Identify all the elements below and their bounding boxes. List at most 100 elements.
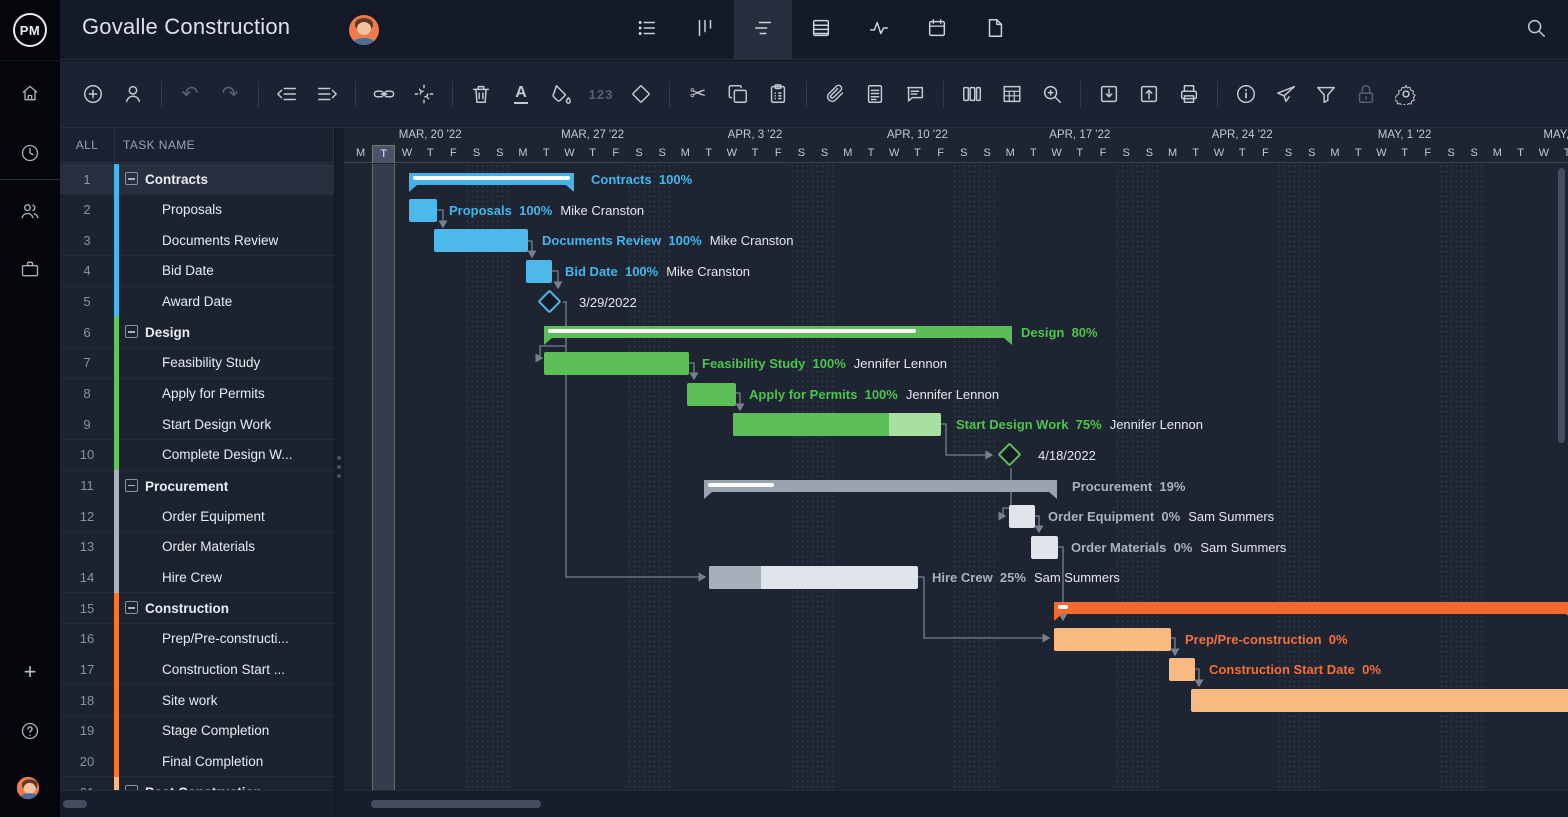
paste-button[interactable] <box>767 83 789 105</box>
tab-page-view[interactable] <box>966 0 1024 60</box>
gantt-summary-bar[interactable] <box>1054 602 1568 614</box>
zoom-button[interactable] <box>1041 83 1063 105</box>
share-button[interactable] <box>1275 83 1297 105</box>
gantt-task-bar[interactable] <box>434 229 528 252</box>
tab-activity-view[interactable] <box>850 0 908 60</box>
gantt-summary-bar[interactable] <box>544 326 1012 338</box>
collapse-icon[interactable] <box>125 479 138 492</box>
day-cell: M <box>999 145 1022 163</box>
timesheet-icon[interactable] <box>20 143 40 163</box>
gantt-summary-bar[interactable] <box>409 173 574 185</box>
task-row[interactable]: 17Construction Start ... <box>60 654 334 685</box>
task-panel-hscroll-thumb[interactable] <box>63 800 87 808</box>
app-logo[interactable]: PM <box>0 0 60 60</box>
gantt-task-bar[interactable] <box>409 199 437 222</box>
chart-hscroll-thumb[interactable] <box>371 800 541 808</box>
milestone-button[interactable] <box>630 83 652 105</box>
column-header-all[interactable]: ALL <box>60 138 114 152</box>
task-row[interactable]: 5Award Date <box>60 287 334 318</box>
assign-person-button[interactable] <box>122 83 144 105</box>
task-row[interactable]: 2Proposals <box>60 195 334 226</box>
gantt-task-bar[interactable] <box>544 352 689 375</box>
task-row[interactable]: 13Order Materials <box>60 532 334 563</box>
fill-color-button[interactable] <box>550 83 572 105</box>
team-icon[interactable] <box>20 201 40 221</box>
tab-board-view[interactable] <box>676 0 734 60</box>
task-row[interactable]: 8Apply for Permits <box>60 379 334 410</box>
lock-button[interactable] <box>1355 83 1377 105</box>
task-row[interactable]: 16Prep/Pre-constructi... <box>60 624 334 655</box>
help-icon[interactable] <box>20 721 40 741</box>
redo-button[interactable]: ↷ <box>219 83 241 105</box>
user-avatar[interactable] <box>17 777 39 799</box>
task-row[interactable]: 14Hire Crew <box>60 562 334 593</box>
collapse-icon[interactable] <box>125 601 138 614</box>
task-row[interactable]: 18Site work <box>60 685 334 716</box>
tab-sheet-view[interactable] <box>792 0 850 60</box>
gantt-task-bar[interactable] <box>709 566 918 589</box>
task-row-number: 1 <box>60 172 114 187</box>
task-row[interactable]: 9Start Design Work <box>60 409 334 440</box>
task-row[interactable]: 4Bid Date <box>60 256 334 287</box>
add-task-button[interactable] <box>82 83 104 105</box>
gantt-task-bar[interactable] <box>1169 658 1195 681</box>
info-button[interactable] <box>1235 83 1257 105</box>
projects-icon[interactable] <box>20 259 40 279</box>
comment-button[interactable] <box>904 83 926 105</box>
task-row[interactable]: 7Feasibility Study <box>60 348 334 379</box>
tab-calendar-view[interactable] <box>908 0 966 60</box>
gantt-milestone[interactable] <box>537 289 561 313</box>
copy-button[interactable] <box>727 83 749 105</box>
cut-button[interactable]: ✂ <box>687 83 709 105</box>
task-row[interactable]: 10Complete Design W... <box>60 440 334 471</box>
export-button[interactable] <box>1138 83 1160 105</box>
calendar-icon <box>926 17 948 44</box>
gantt-task-bar[interactable] <box>1054 628 1171 651</box>
gantt-task-bar[interactable] <box>733 413 941 436</box>
unlink-tasks-button[interactable] <box>413 83 435 105</box>
gantt-task-bar[interactable] <box>1031 536 1058 559</box>
grid-button[interactable] <box>1001 83 1023 105</box>
gantt-task-bar[interactable] <box>1009 505 1035 528</box>
chart-vscroll-thumb[interactable] <box>1558 168 1565 443</box>
gantt-task-bar[interactable] <box>687 383 736 406</box>
gantt-milestone[interactable] <box>997 442 1021 466</box>
columns-button[interactable] <box>961 83 983 105</box>
week-label: MAY, 8 '2 <box>1486 129 1568 144</box>
gantt-summary-bar[interactable] <box>704 480 1057 492</box>
undo-button[interactable]: ↶ <box>179 83 201 105</box>
filter-button[interactable] <box>1315 83 1337 105</box>
indent-button[interactable] <box>316 83 338 105</box>
task-row[interactable]: 15Construction <box>60 593 334 624</box>
task-row[interactable]: 20Final Completion <box>60 746 334 777</box>
tab-list-view[interactable] <box>618 0 676 60</box>
task-row[interactable]: 3Documents Review <box>60 225 334 256</box>
collapse-icon[interactable] <box>125 172 138 185</box>
gantt-task-bar[interactable] <box>1191 689 1568 712</box>
task-row[interactable]: 21Post Construction <box>60 777 334 790</box>
task-row[interactable]: 12Order Equipment <box>60 501 334 532</box>
task-row[interactable]: 1Contracts <box>60 164 334 195</box>
import-button[interactable] <box>1098 83 1120 105</box>
notes-button[interactable] <box>864 83 886 105</box>
column-header-task-name[interactable]: TASK NAME <box>114 128 333 162</box>
collapse-icon[interactable] <box>125 325 138 338</box>
link-tasks-button[interactable] <box>373 83 395 105</box>
task-row[interactable]: 11Procurement <box>60 471 334 502</box>
text-style-button[interactable]: A <box>510 83 532 105</box>
numbers-button[interactable]: 123 <box>590 83 612 105</box>
tab-gantt-view[interactable] <box>734 0 792 60</box>
search-button[interactable] <box>1520 14 1552 46</box>
outdent-button[interactable] <box>276 83 298 105</box>
print-button[interactable] <box>1178 83 1200 105</box>
task-row[interactable]: 6Design <box>60 317 334 348</box>
home-icon[interactable] <box>20 83 40 103</box>
attachment-button[interactable] <box>824 83 846 105</box>
panel-splitter[interactable] <box>335 128 344 817</box>
project-owner-avatar[interactable] <box>349 15 379 45</box>
task-row[interactable]: 19Stage Completion <box>60 716 334 747</box>
settings-button[interactable] <box>1395 83 1417 105</box>
gantt-task-bar[interactable] <box>526 260 552 283</box>
add-icon[interactable]: + <box>20 659 40 679</box>
delete-button[interactable] <box>470 83 492 105</box>
